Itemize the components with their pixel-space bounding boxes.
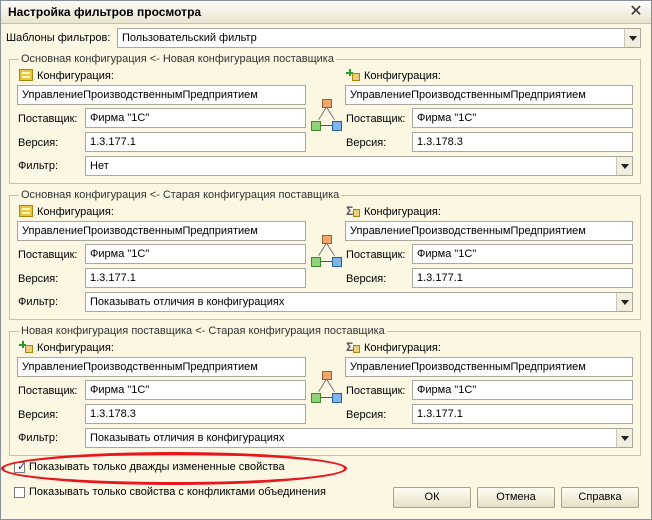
config-label: Конфигурация: [37,342,114,354]
vendor-field[interactable]: Фирма "1С" [412,108,633,128]
config-label: Конфигурация: [37,206,114,218]
config-field[interactable]: УправлениеПроизводственнымПредприятием [17,357,306,377]
filter-label: Фильтр: [18,432,59,444]
config-label: Конфигурация: [364,70,441,82]
cancel-button[interactable]: Отмена [477,487,555,508]
vendor-field[interactable]: Фирма "1С" [85,380,306,400]
compare-diagram-icon [311,99,342,131]
version-label: Версия: [18,409,59,421]
filter-value: Показывать отличия в конфигурациях [90,296,285,308]
config-old-icon: Σ [346,341,360,353]
config-field[interactable]: УправлениеПроизводственнымПредприятием [345,357,633,377]
chevron-down-icon[interactable] [616,429,632,447]
vendor-field[interactable]: Фирма "1С" [85,244,306,264]
config-field[interactable]: УправлениеПроизводственнымПредприятием [345,221,633,241]
filter-select[interactable]: Нет [85,156,633,176]
version-field[interactable]: 1.3.178.3 [412,132,633,152]
vendor-field[interactable]: Фирма "1С" [85,108,306,128]
filter-settings-dialog: Настройка фильтров просмотра ✕ Шаблоны ф… [0,0,652,520]
title-bar[interactable]: Настройка фильтров просмотра ✕ [1,1,651,24]
version-field[interactable]: 1.3.177.1 [412,268,633,288]
config-label: Конфигурация: [364,342,441,354]
vendor-label: Поставщик: [346,385,406,397]
filter-label: Фильтр: [18,160,59,172]
group-title: Основная конфигурация <- Новая конфигура… [19,53,336,65]
vendor-label: Поставщик: [18,113,78,125]
twice-changed-checkbox[interactable]: ✓ [14,461,27,473]
version-field[interactable]: 1.3.177.1 [85,268,306,288]
chevron-down-icon[interactable] [616,157,632,175]
chevron-down-icon[interactable] [616,293,632,311]
filter-select[interactable]: Показывать отличия в конфигурациях [85,428,633,448]
version-field[interactable]: 1.3.177.1 [85,132,306,152]
help-button[interactable]: Справка [561,487,639,508]
filter-select[interactable]: Показывать отличия в конфигурациях [85,292,633,312]
checkmark-icon: ✓ [17,461,27,473]
config-old-icon: Σ [346,205,360,217]
twice-changed-label[interactable]: Показывать только дважды измененные свой… [29,461,285,473]
version-label: Версия: [346,409,387,421]
conflicts-label[interactable]: Показывать только свойства с конфликтами… [29,486,326,498]
compare-diagram-icon [311,235,342,267]
templates-label: Шаблоны фильтров: [6,32,111,44]
filter-value: Показывать отличия в конфигурациях [90,432,285,444]
version-label: Версия: [18,273,59,285]
version-label: Версия: [346,273,387,285]
close-icon[interactable]: ✕ [627,3,645,21]
config-icon [19,205,33,217]
version-field[interactable]: 1.3.177.1 [412,404,633,424]
config-label: Конфигурация: [37,70,114,82]
vendor-label: Поставщик: [346,249,406,261]
config-field[interactable]: УправлениеПроизводственнымПредприятием [17,85,306,105]
dialog-title: Настройка фильтров просмотра [8,5,202,19]
vendor-label: Поставщик: [346,113,406,125]
templates-select[interactable]: Пользовательский фильтр [117,28,641,48]
config-field[interactable]: УправлениеПроизводственнымПредприятием [345,85,633,105]
vendor-label: Поставщик: [18,385,78,397]
compare-diagram-icon [311,371,342,403]
config-field[interactable]: УправлениеПроизводственнымПредприятием [17,221,306,241]
config-add-icon [346,69,360,81]
ok-button[interactable]: ОК [393,487,471,508]
vendor-label: Поставщик: [18,249,78,261]
config-icon [19,69,33,81]
vendor-field[interactable]: Фирма "1С" [412,380,633,400]
config-add-icon [19,341,33,353]
filter-label: Фильтр: [18,296,59,308]
chevron-down-icon[interactable] [624,29,640,47]
filter-value: Нет [90,160,109,172]
group-title: Основная конфигурация <- Старая конфигур… [19,189,342,201]
version-field[interactable]: 1.3.178.3 [85,404,306,424]
version-label: Версия: [346,137,387,149]
version-label: Версия: [18,137,59,149]
templates-value: Пользовательский фильтр [122,32,257,44]
group-title: Новая конфигурация поставщика <- Старая … [19,325,387,337]
vendor-field[interactable]: Фирма "1С" [412,244,633,264]
config-label: Конфигурация: [364,206,441,218]
conflicts-checkbox[interactable] [14,487,25,498]
